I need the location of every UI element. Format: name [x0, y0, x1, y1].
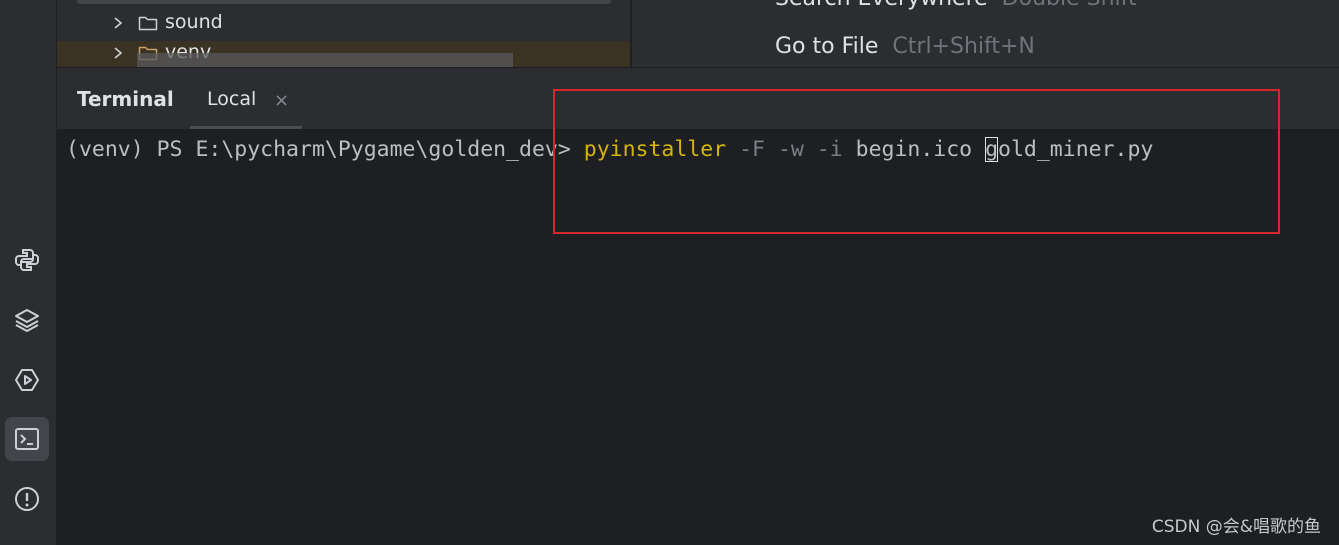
terminal-title: Terminal [77, 87, 174, 111]
command-arg-script: old_miner.py [998, 137, 1154, 162]
layers-icon [15, 309, 39, 332]
chevron-right-icon[interactable] [111, 15, 125, 31]
tab-local[interactable]: Local × [190, 68, 302, 129]
terminal-header: Terminal Local × [57, 67, 1339, 130]
problems-button[interactable] [5, 477, 49, 521]
horizontal-scrollbar[interactable] [137, 53, 513, 67]
terminal-body[interactable]: (venv) PS E:\pycharm\Pygame\golden_dev> … [57, 129, 1339, 545]
editor-empty-hints: Search EverywhereDouble Shift Go to File… [631, 0, 1339, 67]
hint-search-everywhere[interactable]: Search EverywhereDouble Shift [775, 0, 1137, 11]
python-console-icon [15, 249, 39, 271]
close-icon[interactable]: × [274, 90, 289, 111]
hint-go-to-file[interactable]: Go to File Ctrl+Shift+N [775, 34, 1035, 59]
text-caret: g [985, 137, 999, 162]
command-flags: -F -w -i [739, 137, 843, 162]
tree-item-sound[interactable]: sound [57, 11, 630, 37]
chevron-right-icon[interactable] [111, 45, 125, 61]
command-executable: pyinstaller [583, 137, 727, 162]
tree-item-label: sound [165, 11, 223, 33]
terminal-icon [15, 428, 39, 450]
folder-icon [138, 16, 158, 31]
shell-prompt: (venv) PS E:\pycharm\Pygame\golden_dev> [66, 137, 584, 162]
command-line[interactable]: (venv) PS E:\pycharm\Pygame\golden_dev> … [66, 137, 1153, 162]
tab-label: Local [207, 88, 257, 110]
watermark: CSDN @会&唱歌的鱼 [1151, 517, 1321, 537]
problems-icon [15, 487, 39, 511]
services-button[interactable] [5, 358, 49, 402]
services-icon [15, 369, 39, 391]
python-console-button[interactable] [5, 238, 49, 282]
project-tree: sound venv [57, 0, 630, 67]
command-arg-icon: begin.ico [855, 137, 973, 162]
terminal-button[interactable] [5, 417, 49, 461]
tool-strip [0, 0, 57, 545]
layers-button[interactable] [5, 298, 49, 342]
tree-scroll-edge [77, 0, 611, 4]
